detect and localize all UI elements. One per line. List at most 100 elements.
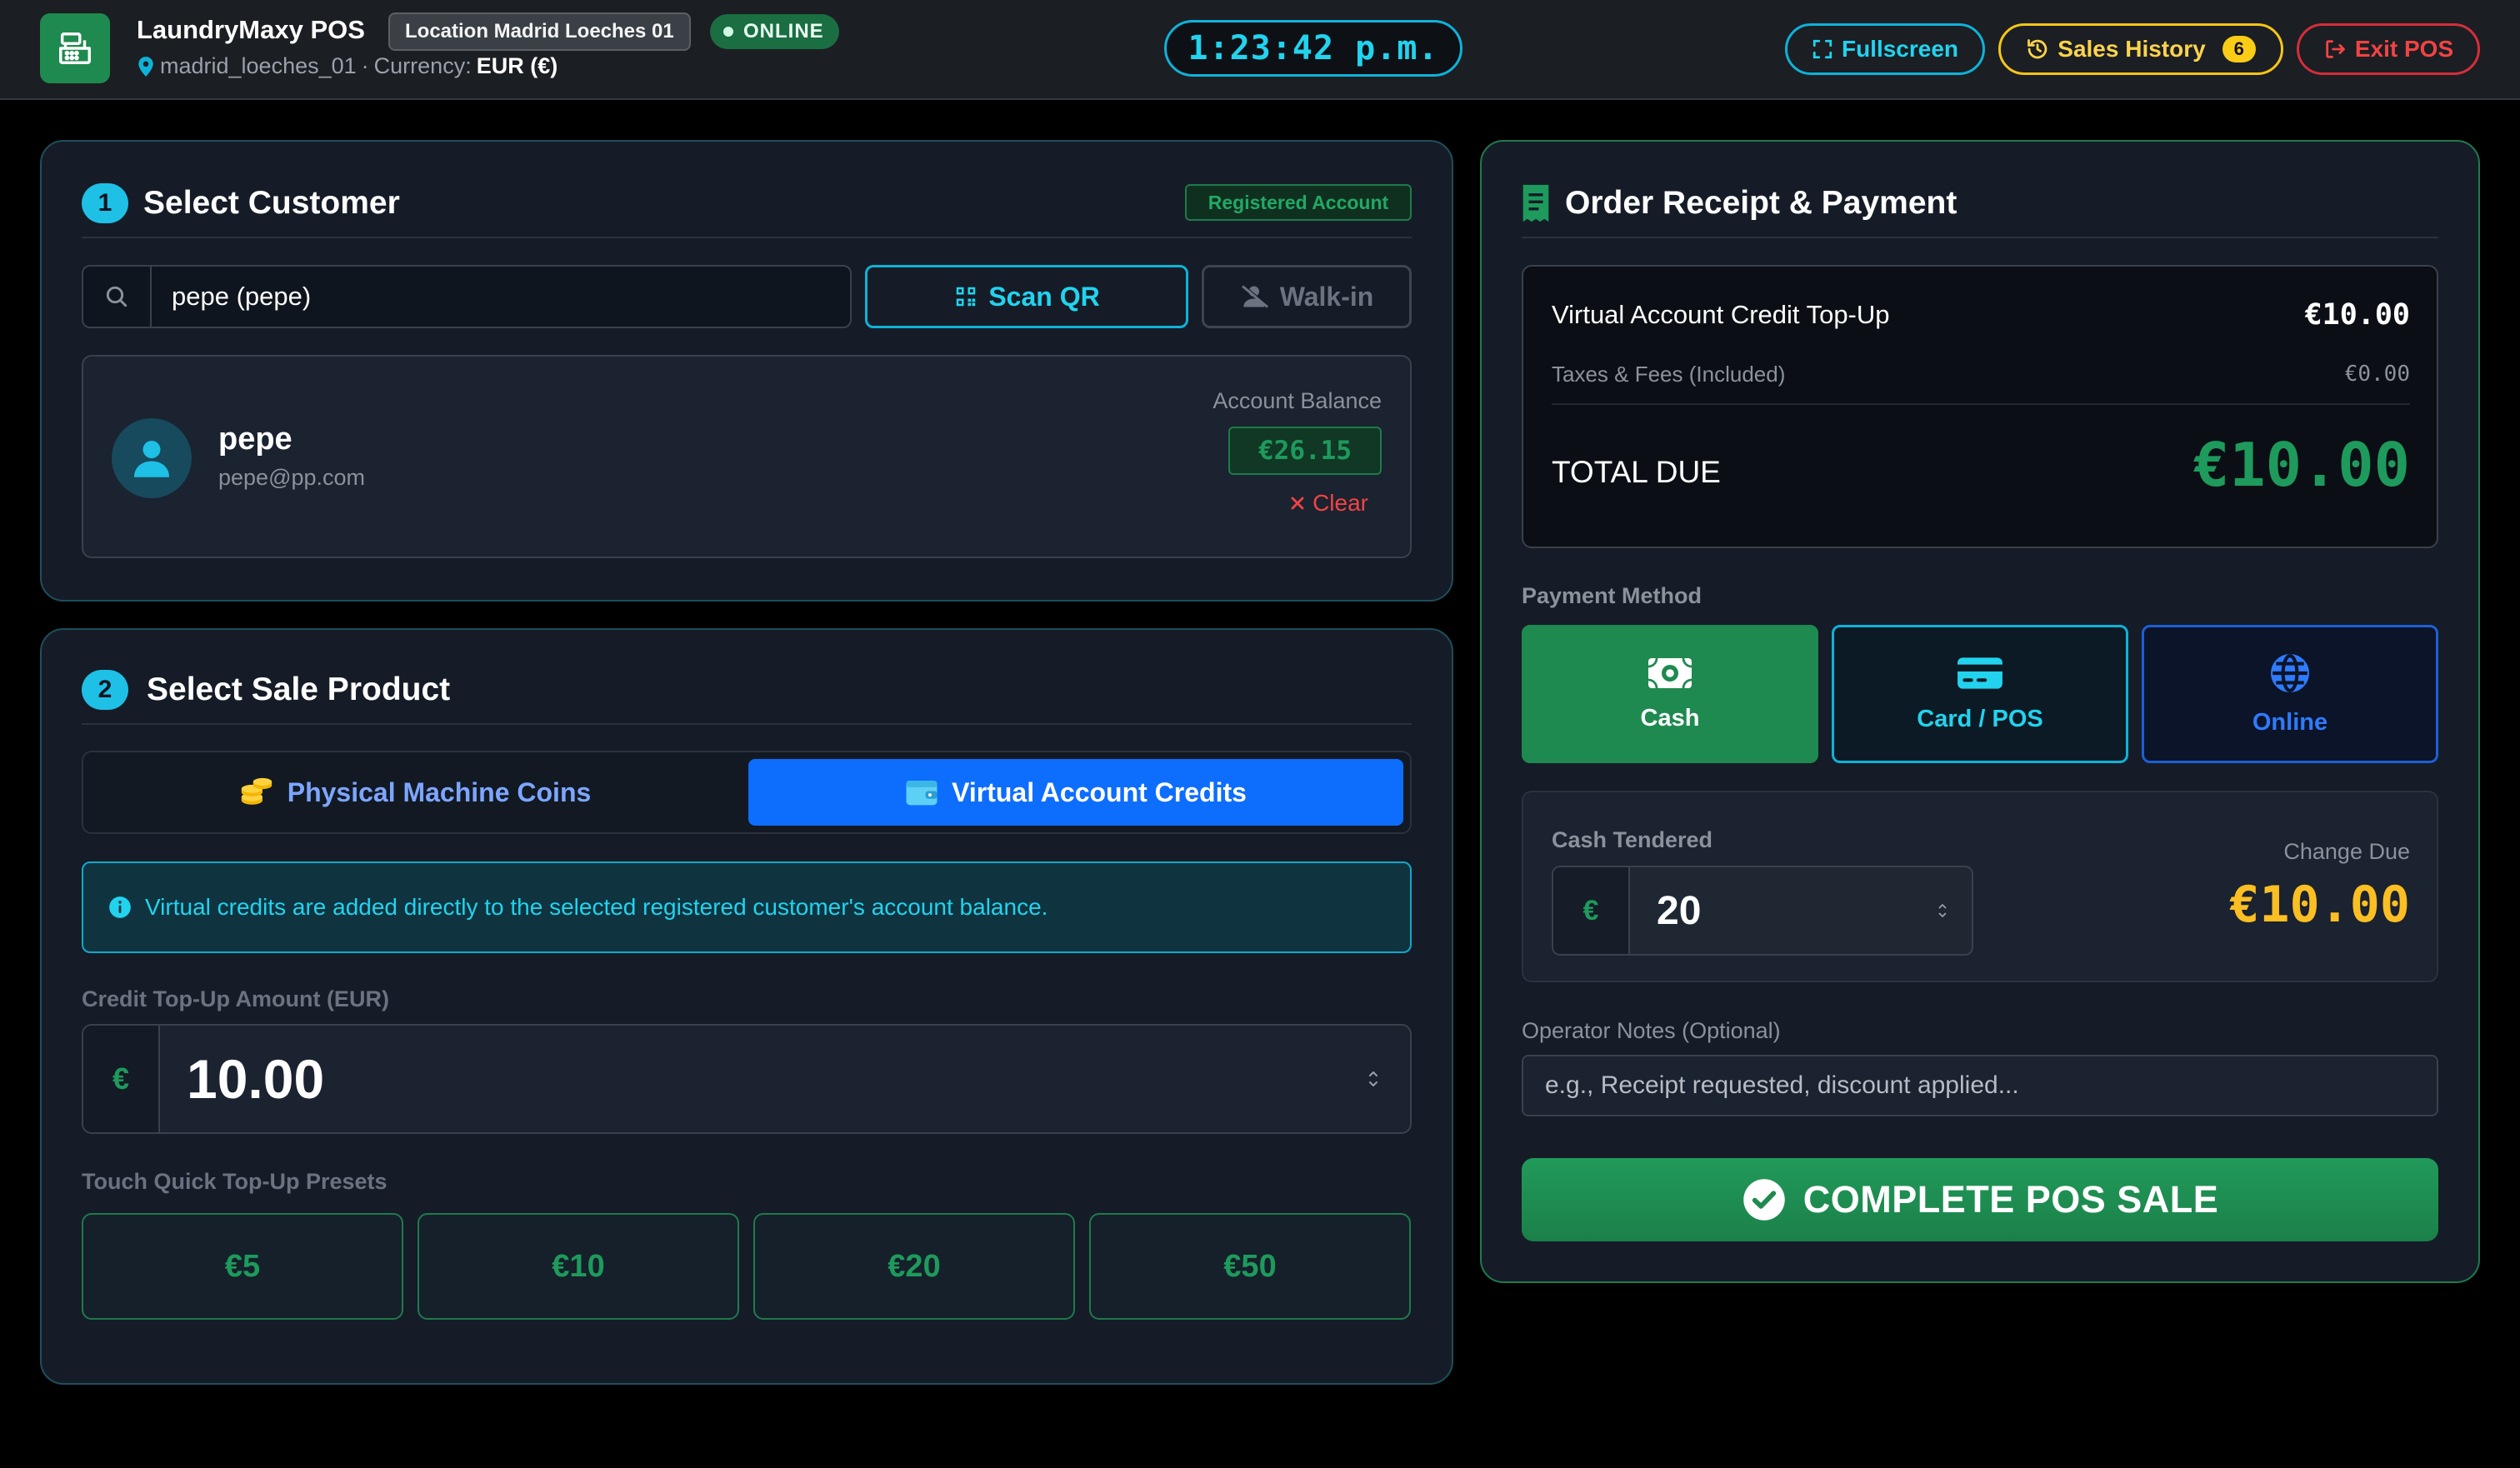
cash-register-icon (40, 13, 110, 83)
clock: 1:23:42 p.m. (1164, 20, 1462, 77)
euro-prefix: € (83, 1026, 160, 1132)
registered-account-badge: Registered Account (1185, 184, 1412, 221)
step-number-1: 1 (82, 183, 128, 223)
status-label: ONLINE (743, 20, 824, 42)
select-product-title: Select Sale Product (147, 672, 451, 707)
exit-pos-button[interactable]: Exit POS (2297, 23, 2480, 75)
scan-qr-label: Scan QR (988, 281, 1100, 312)
step-number-2: 2 (82, 670, 128, 710)
payment-cash-label: Cash (1640, 704, 1700, 732)
avatar (112, 418, 192, 498)
product-tabs: Physical Machine Coins Virtual Account C… (82, 751, 1412, 834)
cash-tendered-field: € (1552, 866, 1973, 956)
customer-search (82, 265, 852, 328)
wallet-icon (905, 778, 938, 806)
sign-out-icon (2323, 37, 2347, 61)
total-due-value: €10.00 (2192, 430, 2410, 500)
cash-tendered-input[interactable] (1632, 867, 1907, 954)
history-count-badge: 6 (2222, 36, 2256, 62)
presets-label: Touch Quick Top-Up Presets (82, 1169, 388, 1194)
close-icon (1289, 495, 1306, 512)
divider (1522, 237, 2438, 238)
top-bar: LaundryMaxy POS Location Madrid Loeches … (0, 0, 2520, 100)
card-icon (1956, 656, 2004, 691)
euro-prefix: € (1553, 867, 1630, 954)
operator-notes-label: Operator Notes (Optional) (1522, 1018, 1781, 1043)
tax-label: Taxes & Fees (Included) (1552, 362, 1786, 387)
preset-20-button[interactable]: €20 (753, 1213, 1075, 1320)
divider (82, 237, 1412, 238)
status-badge: ONLINE (710, 14, 839, 49)
stepper-icon[interactable] (1367, 1067, 1380, 1091)
fullscreen-label: Fullscreen (1841, 36, 1959, 62)
app-title: LaundryMaxy POS (137, 15, 365, 44)
qr-code-icon (953, 284, 978, 309)
account-balance-label: Account Balance (1212, 388, 1382, 413)
walk-in-button[interactable]: Walk-in (1202, 265, 1412, 328)
clear-customer-button[interactable]: Clear (1289, 490, 1368, 517)
payment-online-button[interactable]: Online (2142, 625, 2438, 763)
cash-tendered-box: Cash Tendered € Change Due €10.00 (1522, 791, 2438, 982)
tax-value: €0.00 (2344, 362, 2410, 387)
payment-card-label: Card / POS (1917, 705, 2043, 732)
preset-10-button[interactable]: €10 (418, 1213, 739, 1320)
location-badge: Location Madrid Loeches 01 (388, 12, 691, 51)
tab-physical-machine-coins[interactable]: Physical Machine Coins (90, 759, 740, 826)
user-slash-icon (1240, 284, 1270, 309)
complete-sale-label: COMPLETE POS SALE (1802, 1178, 2219, 1221)
sales-history-button[interactable]: Sales History 6 (1998, 23, 2283, 75)
location-id: madrid_loeches_01 (160, 53, 357, 78)
payment-cash-button[interactable]: Cash (1522, 625, 1818, 763)
info-text: Virtual credits are added directly to th… (145, 894, 1048, 920)
tab-virtual-account-credits[interactable]: Virtual Account Credits (748, 759, 1403, 826)
change-due-value: €10.00 (2229, 876, 2410, 934)
account-balance-value: €26.15 (1228, 427, 1382, 475)
receipt-icon (1522, 183, 1550, 223)
clear-label: Clear (1312, 490, 1368, 516)
customer-search-input[interactable] (153, 267, 845, 327)
line-item-label: Virtual Account Credit Top-Up (1552, 300, 1890, 329)
total-due-label: TOTAL DUE (1552, 455, 1721, 489)
top-up-amount-input[interactable] (162, 1026, 1328, 1132)
receipt-title: Order Receipt & Payment (1565, 185, 1958, 221)
scan-qr-button[interactable]: Scan QR (865, 265, 1188, 328)
globe-icon (2269, 652, 2311, 694)
change-due-label: Change Due (2283, 839, 2410, 864)
currency-value: EUR (€) (476, 53, 558, 78)
location-subline: madrid_loeches_01 · Currency: EUR (€) (137, 53, 558, 79)
currency-label: Currency: (373, 53, 472, 78)
exit-label: Exit POS (2354, 36, 2454, 62)
cash-icon (1647, 657, 1693, 690)
cash-tendered-label: Cash Tendered (1552, 827, 1713, 852)
preset-50-button[interactable]: €50 (1089, 1213, 1411, 1320)
line-item-value: €10.00 (2304, 298, 2410, 332)
payment-method-label: Payment Method (1522, 583, 1702, 608)
history-icon (2026, 37, 2049, 61)
divider (82, 723, 1412, 725)
customer-name: pepe (218, 422, 292, 457)
info-alert: Virtual credits are added directly to th… (82, 861, 1412, 953)
preset-5-button[interactable]: €5 (82, 1213, 403, 1320)
tab-physical-coins-label: Physical Machine Coins (287, 776, 592, 807)
complete-sale-button[interactable]: COMPLETE POS SALE (1522, 1158, 2438, 1241)
check-circle-icon (1742, 1177, 1787, 1222)
status-dot-icon (723, 27, 733, 37)
walk-in-label: Walk-in (1279, 281, 1374, 312)
select-customer-title: Select Customer (143, 185, 400, 221)
payment-card-button[interactable]: Card / POS (1832, 625, 2128, 763)
receipt-divider (1552, 403, 2410, 405)
customer-card: pepe pepe@pp.com Account Balance €26.15 … (82, 355, 1412, 558)
receipt-box: Virtual Account Credit Top-Up €10.00 Tax… (1522, 265, 2438, 548)
amount-field: € (82, 1024, 1412, 1134)
map-pin-icon (137, 56, 155, 77)
user-icon (134, 441, 169, 477)
separator: · (361, 53, 369, 78)
fullscreen-button[interactable]: Fullscreen (1785, 23, 1985, 75)
payment-online-label: Online (2252, 708, 2328, 736)
operator-notes-input[interactable] (1522, 1055, 2438, 1116)
info-icon (108, 896, 132, 919)
stepper-icon[interactable] (1937, 900, 1948, 921)
tab-virtual-credits-label: Virtual Account Credits (952, 776, 1247, 807)
sales-history-label: Sales History (2058, 36, 2206, 62)
expand-icon (1812, 38, 1833, 60)
